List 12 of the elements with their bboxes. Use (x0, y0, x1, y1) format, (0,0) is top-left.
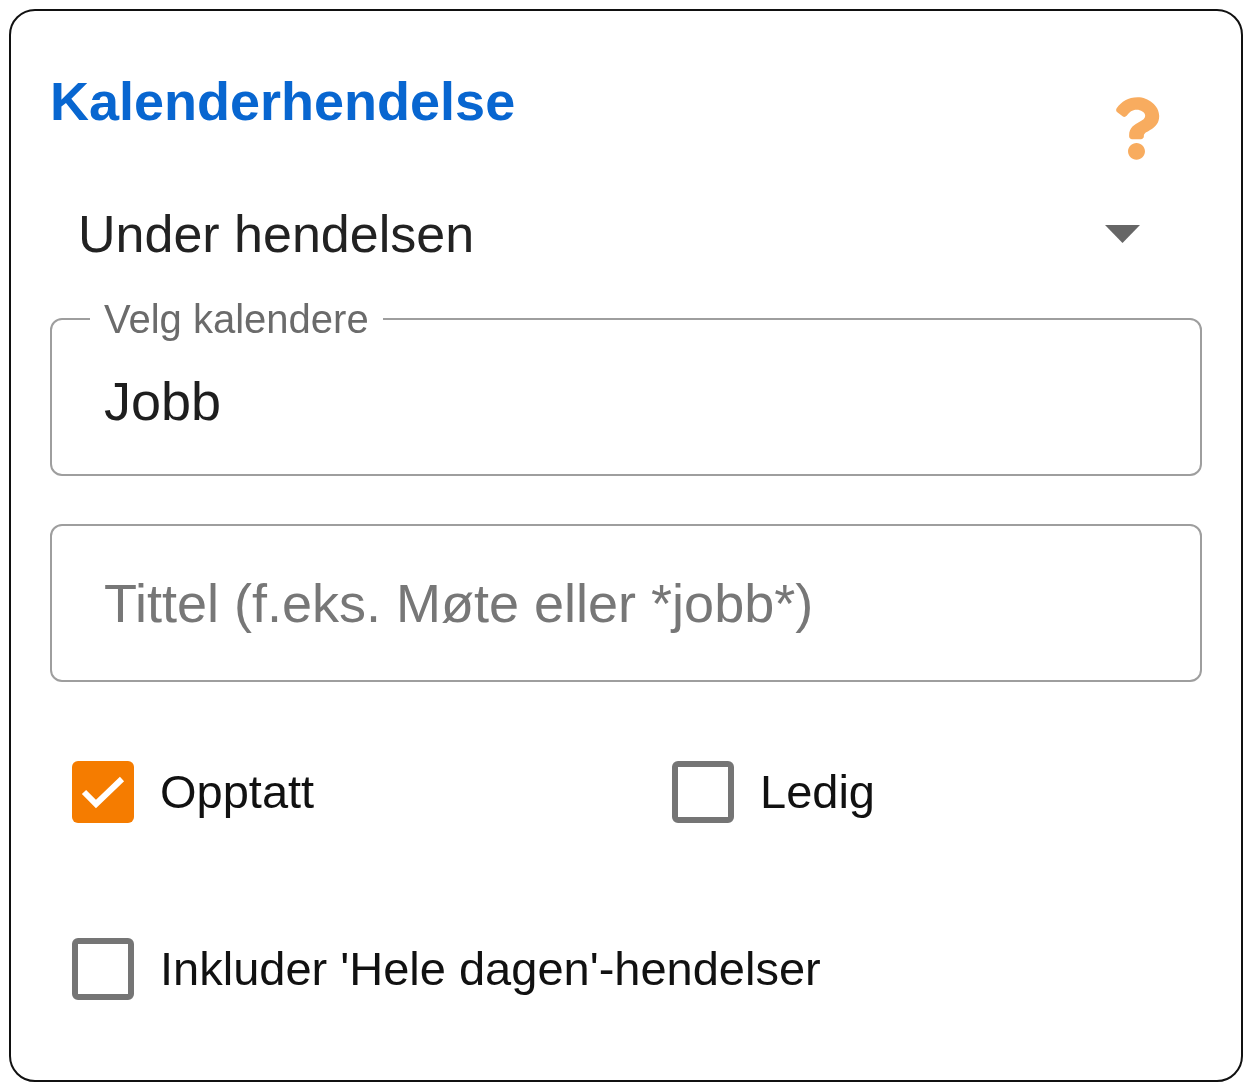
checkbox-label[interactable]: Ledig (760, 764, 875, 820)
calendar-select-field[interactable]: Velg kalendere Jobb (50, 301, 1202, 476)
checkbox[interactable] (672, 761, 734, 823)
checkbox-label[interactable]: Inkluder 'Hele dagen'-hendelser (160, 941, 821, 997)
panel-title: Kalenderhendelse (50, 70, 516, 133)
checkbox[interactable] (72, 938, 134, 1000)
event-timing-dropdown[interactable]: Under hendelsen (50, 202, 1202, 266)
caret-icon (1105, 225, 1140, 243)
check-icon (81, 775, 125, 809)
checkbox-label[interactable]: Opptatt (160, 764, 315, 820)
checkbox[interactable] (72, 761, 134, 823)
title-input-field[interactable]: Tittel (f.eks. Møte eller *jobb*) (50, 524, 1202, 682)
